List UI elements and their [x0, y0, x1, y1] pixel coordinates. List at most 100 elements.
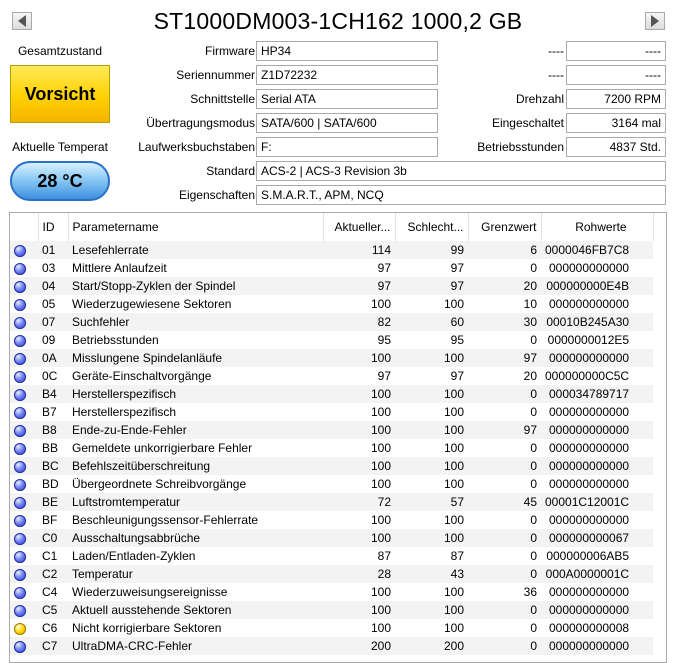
row-id-cell: BC: [38, 457, 68, 475]
blue-status-dot-icon: [14, 478, 26, 491]
row-name-cell: Ausschaltungsabbrüche: [68, 529, 323, 547]
table-row[interactable]: 03 Mittlere Anlaufzeit 97 97 0 000000000000: [10, 259, 653, 277]
serial-field[interactable]: Z1D72232: [256, 65, 438, 85]
table-row[interactable]: C0 Ausschaltungsabbrüche 100 100 0 0000000000…: [10, 529, 654, 547]
row-raw-cell: 000000000000: [541, 457, 654, 475]
table-row[interactable]: BC Befehlszeitüberschreitung 100 100 0 000000…: [10, 457, 654, 475]
power-on-count-field[interactable]: 3164 mal: [566, 113, 666, 133]
id-column-header[interactable]: ID: [38, 213, 69, 241]
row-current-cell: 114: [323, 241, 395, 259]
features-field[interactable]: S.M.A.R.T., APM, NCQ: [256, 185, 666, 205]
drive-letter-field[interactable]: F:: [256, 137, 438, 157]
row-raw-cell: 000000000067: [541, 529, 654, 547]
firmware-field[interactable]: HP34: [256, 41, 438, 61]
table-row[interactable]: C5 Aktuell ausstehende Sektoren 100 100 0 000…: [10, 601, 654, 619]
blank-field-2[interactable]: ----: [566, 65, 666, 85]
blue-status-dot-icon: [14, 550, 26, 563]
threshold-column-header[interactable]: Grenzwert: [468, 213, 542, 241]
row-id-cell: C4: [42, 585, 58, 599]
table-row[interactable]: 0C Geräte-Einschaltvorgänge 97 97 20 00000000…: [10, 367, 653, 385]
row-current-cell: 200: [323, 637, 395, 655]
table-row[interactable]: 09 Betriebsstunden 95 95 0 0000000012E5: [10, 331, 653, 349]
blank-field-1[interactable]: ----: [566, 41, 666, 61]
table-row[interactable]: B7 Herstellerspezifisch 100 100 0 00000000000…: [10, 403, 653, 421]
interface-label: Schnittstelle: [190, 92, 255, 106]
transfer-mode-field[interactable]: SATA/600 | SATA/600: [256, 113, 438, 133]
standard-field[interactable]: ACS-2 | ACS-3 Revision 3b: [256, 161, 666, 181]
rpm-field[interactable]: 7200 RPM: [566, 89, 666, 109]
row-current-cell: 97: [377, 261, 391, 275]
name-column-header[interactable]: Parametername: [68, 213, 324, 241]
table-row[interactable]: BB Gemeldete unkorrigierbare Fehler 100 100…: [10, 439, 653, 457]
row-raw-cell: 000000000000: [548, 513, 630, 527]
row-current-cell: 97: [377, 369, 391, 383]
table-row[interactable]: 07 Suchfehler 82 60 30 00010B245A30: [10, 313, 654, 331]
table-row[interactable]: B8 Ende-zu-Ende-Fehler 100 100 97 00000000000…: [10, 421, 654, 439]
row-status-cell: [10, 547, 38, 565]
row-name-cell: Wiederzugewiesene Sektoren: [72, 297, 232, 311]
table-row[interactable]: C4 Wiederzuweisungsereignisse 100 100 36 0000…: [10, 583, 653, 601]
row-current-cell: 100: [370, 405, 391, 419]
row-raw-cell: 000000006AB5: [546, 549, 630, 563]
row-current-cell: 100: [323, 529, 395, 547]
table-row[interactable]: C7 UltraDMA-CRC-Fehler 200 200 0 000000000000: [10, 637, 654, 655]
row-current-cell: 100: [323, 457, 395, 475]
row-worst-cell: 95: [450, 333, 464, 347]
interface-field[interactable]: Serial ATA: [256, 89, 438, 109]
row-status-cell: [10, 295, 38, 313]
next-disk-button[interactable]: [645, 12, 665, 30]
table-row[interactable]: 05 Wiederzugewiesene Sektoren 100 100 10 0000…: [10, 295, 653, 313]
table-row[interactable]: C6 Nicht korrigierbare Sektoren 100 100 0 000…: [10, 619, 653, 637]
temperature-label: Aktuelle Temperat: [12, 140, 108, 154]
raw-column-header[interactable]: Rohwerte: [541, 213, 654, 241]
row-threshold-cell: 0: [530, 261, 537, 275]
row-name-cell: Herstellerspezifisch: [68, 385, 323, 403]
row-id-cell: BE: [38, 493, 68, 511]
row-id-cell: 03: [42, 261, 56, 275]
blue-status-dot-icon: [14, 334, 26, 347]
current-column-header[interactable]: Aktueller...: [323, 213, 396, 241]
worst-column-header[interactable]: Schlecht...: [395, 213, 469, 241]
table-row[interactable]: 0A Misslungene Spindelanläufe 100 100 97 0000…: [10, 349, 654, 367]
row-current-cell: 100: [370, 477, 391, 491]
health-status-badge[interactable]: Vorsicht: [10, 65, 110, 123]
power-on-hours-field[interactable]: 4837 Std.: [566, 137, 666, 157]
row-status-cell: [10, 349, 38, 367]
status-column-header[interactable]: [10, 213, 39, 241]
features-label: Eigenschaften: [178, 188, 255, 202]
blue-status-dot-icon: [14, 568, 26, 581]
row-id-cell: 09: [42, 333, 56, 347]
row-name-cell: Start/Stopp-Zyklen der Spindel: [68, 277, 323, 295]
table-row[interactable]: BE Luftstromtemperatur 72 57 45 00001C12001C: [10, 493, 654, 511]
row-raw-cell: 000000000000: [548, 297, 630, 311]
table-row[interactable]: C2 Temperatur 28 43 0 000A0000001C: [10, 565, 654, 583]
row-threshold-cell: 0: [468, 529, 541, 547]
row-name-cell: Betriebsstunden: [72, 333, 159, 347]
row-threshold-cell: 0: [468, 565, 541, 583]
row-current-cell: 100: [323, 385, 395, 403]
row-worst-cell: 100: [443, 513, 464, 527]
row-raw-cell: 000000000000: [541, 601, 654, 619]
table-row[interactable]: C1 Laden/Entladen-Zyklen 87 87 0 000000006AB5: [10, 547, 653, 565]
temperature-badge[interactable]: 28 °C: [10, 161, 110, 201]
row-current-cell: 72: [323, 493, 395, 511]
health-label: Gesamtzustand: [17, 44, 103, 58]
table-row[interactable]: 04 Start/Stopp-Zyklen der Spindel 97 97 20 00…: [10, 277, 654, 295]
table-row[interactable]: BF Beschleunigungssensor-Fehlerrate 100 100…: [10, 511, 653, 529]
row-threshold-cell: 97: [468, 349, 541, 367]
row-status-cell: [10, 637, 38, 655]
standard-label: Standard: [206, 164, 255, 178]
row-name-cell: Beschleunigungssensor-Fehlerrate: [72, 513, 259, 527]
row-id-cell: BB: [42, 441, 59, 455]
row-current-cell: 28: [323, 565, 395, 583]
power-on-count-label: Eingeschaltet: [491, 116, 564, 130]
row-id-cell: C5: [38, 601, 68, 619]
firmware-label: Firmware: [205, 44, 255, 58]
blue-status-dot-icon: [14, 244, 26, 257]
table-row[interactable]: B4 Herstellerspezifisch 100 100 0 00003478971…: [10, 385, 654, 403]
blue-status-dot-icon: [14, 388, 26, 401]
row-worst-cell: 57: [395, 493, 468, 511]
smart-attributes-table[interactable]: ID Parametername Aktueller... Schlecht..…: [9, 212, 667, 663]
table-row[interactable]: 01 Lesefehlerrate 114 99 6 0000046FB7C8: [10, 241, 654, 259]
table-row[interactable]: BD Übergeordnete Schreibvorgänge 100 100 0 00…: [10, 475, 653, 493]
